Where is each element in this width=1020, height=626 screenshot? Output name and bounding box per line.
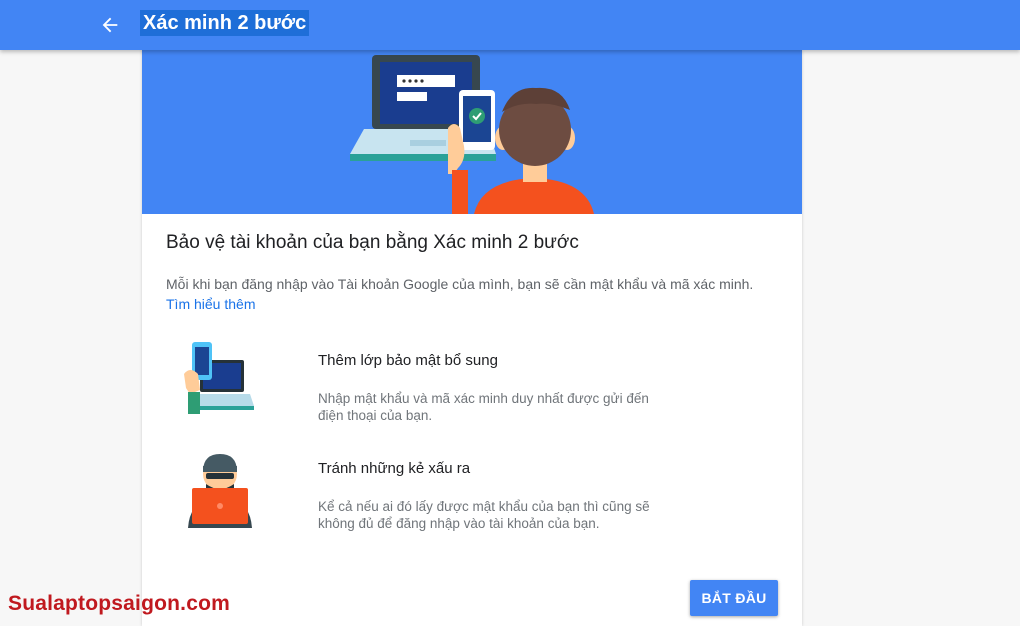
card-heading: Bảo vệ tài khoản của bạn bằng Xác minh 2… — [166, 232, 579, 253]
watermark: Sualaptopsaigon.com — [8, 592, 230, 615]
hero-banner — [142, 50, 802, 214]
feature-title: Tránh những kẻ xấu ra — [318, 460, 471, 477]
phone-laptop-icon — [184, 342, 254, 414]
feature-description: Kể cả nếu ai đó lấy được mật khẩu của bạ… — [318, 499, 650, 531]
start-button[interactable]: BẮT ĐẦU — [690, 580, 778, 616]
two-step-card: Bảo vệ tài khoản của bạn bằng Xác minh 2… — [142, 50, 802, 626]
feature-title: Thêm lớp bảo mật bổ sung — [318, 352, 498, 369]
learn-more-link[interactable]: Tìm hiểu thêm — [166, 296, 255, 312]
intro-text: Mỗi khi bạn đăng nhập vào Tài khoản Goog… — [166, 274, 766, 314]
back-button[interactable] — [96, 11, 124, 39]
page-title: Xác minh 2 bước — [140, 10, 310, 36]
top-app-bar: Xác minh 2 bước — [0, 0, 1020, 50]
intro-body: Mỗi khi bạn đăng nhập vào Tài khoản Goog… — [166, 276, 754, 292]
arrow-back-icon — [102, 17, 118, 33]
feature-description: Nhập mật khẩu và mã xác minh duy nhất đư… — [318, 391, 649, 423]
hero-illustration — [350, 55, 594, 214]
hacker-icon — [188, 454, 252, 528]
